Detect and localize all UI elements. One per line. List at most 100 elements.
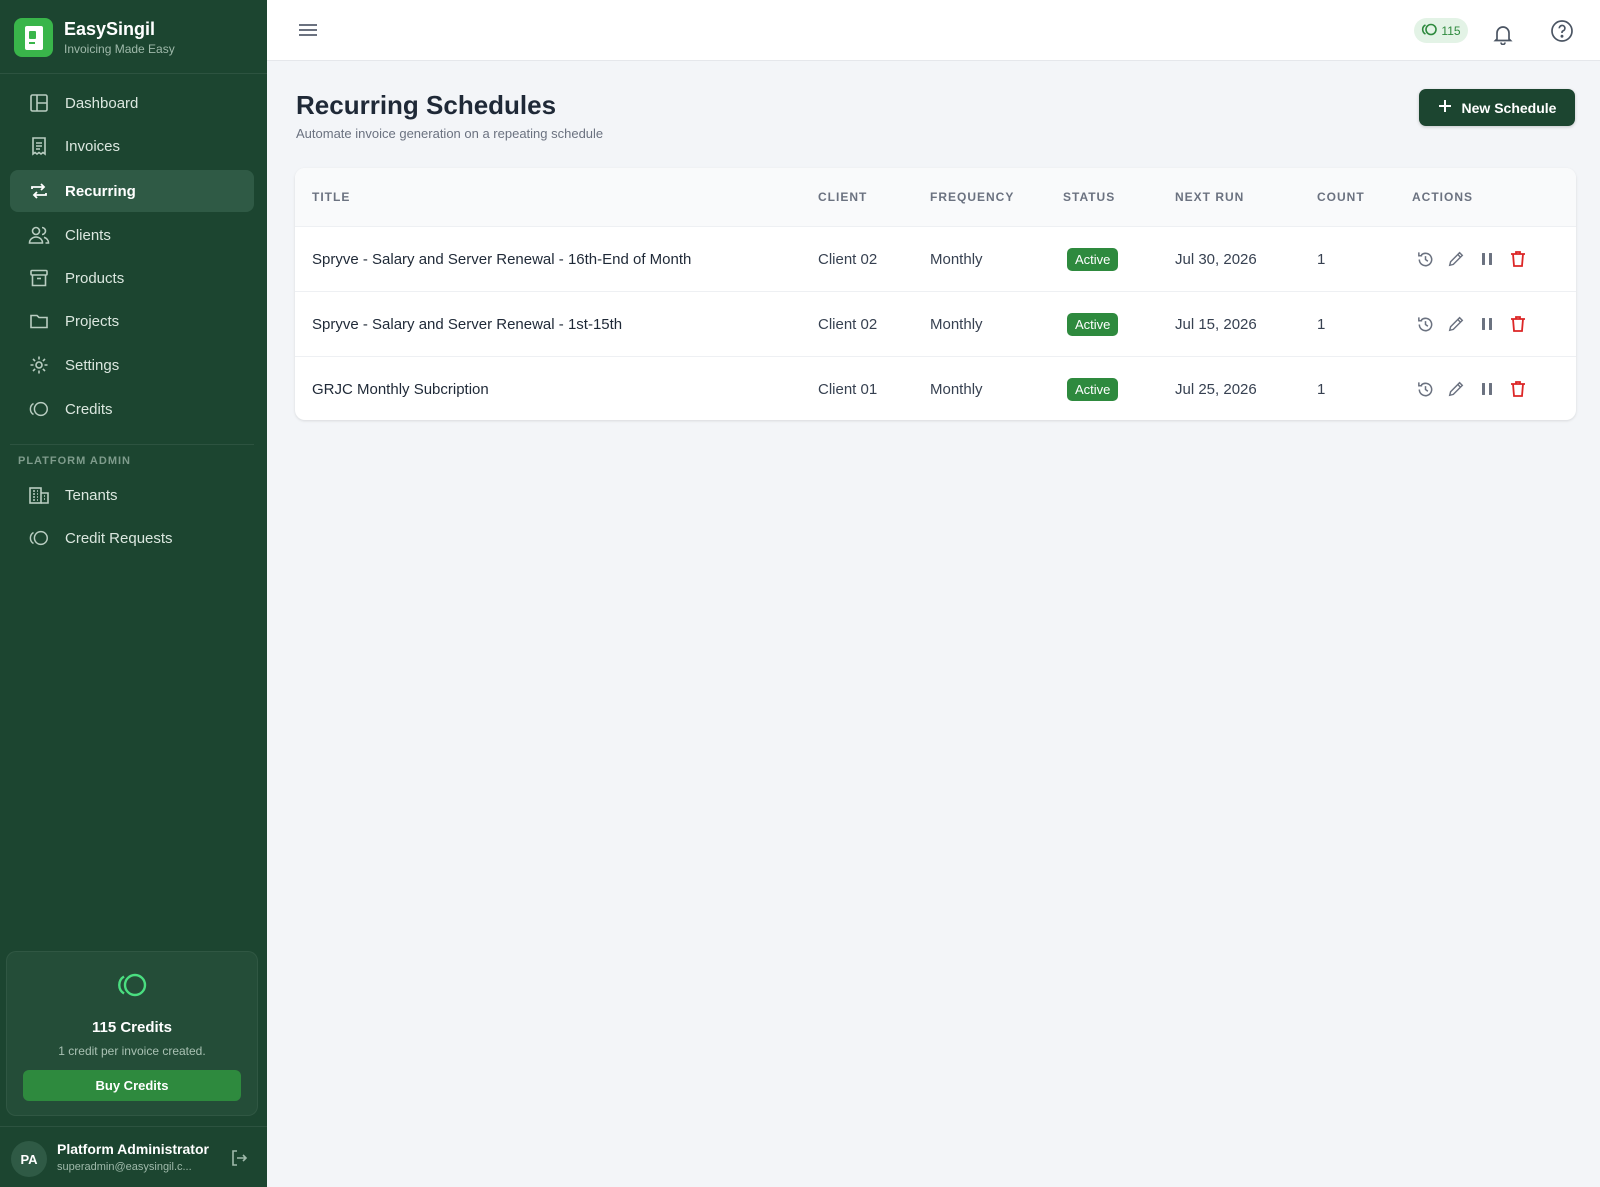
trash-icon[interactable]	[1508, 314, 1528, 334]
credits-count: 115	[1441, 23, 1461, 38]
sidebar-item-label: Products	[65, 269, 125, 287]
table-row[interactable]: Spryve - Salary and Server Renewal - 16t…	[295, 227, 1576, 292]
users-icon	[28, 224, 50, 246]
column-header-title: TITLE	[312, 190, 351, 204]
table-row[interactable]: Spryve - Salary and Server Renewal - 1st…	[295, 292, 1576, 357]
page-subtitle: Automate invoice generation on a repeati…	[296, 126, 604, 141]
invoice-icon	[28, 135, 50, 157]
column-header-frequency: FREQUENCY	[930, 190, 1015, 204]
new-schedule-label: New Schedule	[1461, 99, 1557, 116]
pause-icon[interactable]	[1477, 249, 1497, 269]
row-title: Spryve - Salary and Server Renewal - 1st…	[312, 316, 623, 333]
sidebar-item-label: Projects	[65, 312, 120, 330]
coins-icon	[1421, 23, 1438, 39]
plus-icon	[1438, 99, 1452, 116]
nav-divider	[10, 444, 254, 445]
table-header: TITLE CLIENT FREQUENCY STATUS NEXT RUN C…	[295, 168, 1576, 227]
logout-icon[interactable]	[229, 1148, 249, 1168]
sidebar-item-credits[interactable]: Credits	[10, 388, 254, 430]
brand-logo-icon	[14, 18, 53, 57]
row-frequency: Monthly	[930, 381, 983, 398]
row-client: Client 02	[818, 251, 878, 268]
sidebar-item-label: Credit Requests	[65, 529, 173, 547]
row-count: 1	[1317, 251, 1326, 268]
sidebar-item-label: Dashboard	[65, 94, 139, 112]
brand-name: EasySingil	[64, 19, 156, 39]
coins-icon	[28, 527, 50, 549]
sidebar-item-label: Credits	[65, 400, 113, 418]
credits-balance: 115 Credits	[91, 1019, 173, 1036]
sidebar-item-products[interactable]: Products	[10, 257, 254, 299]
trash-icon[interactable]	[1508, 379, 1528, 399]
sidebar-item-projects[interactable]: Projects	[10, 300, 254, 342]
sidebar-item-recurring[interactable]: Recurring	[10, 170, 254, 212]
sidebar-item-label: Invoices	[65, 137, 121, 155]
edit-pencil-icon[interactable]	[1446, 379, 1466, 399]
archive-box-icon	[28, 267, 50, 289]
building-icon	[28, 484, 50, 506]
trash-icon[interactable]	[1508, 249, 1528, 269]
column-header-client: CLIENT	[818, 190, 868, 204]
brand-tagline: Invoicing Made Easy	[64, 42, 175, 56]
avatar: PA	[11, 1141, 47, 1177]
bell-icon[interactable]	[1492, 23, 1514, 46]
schedules-table: TITLE CLIENT FREQUENCY STATUS NEXT RUN C…	[295, 168, 1576, 420]
row-count: 1	[1317, 316, 1326, 333]
coins-icon	[116, 972, 148, 1003]
sidebar-item-tenants[interactable]: Tenants	[10, 474, 254, 516]
row-client: Client 02	[818, 316, 878, 333]
user-name: Platform Administrator	[57, 1141, 209, 1157]
pause-icon[interactable]	[1477, 314, 1497, 334]
credits-card: 115 Credits 1 credit per invoice created…	[6, 951, 258, 1116]
status-badge: Active	[1067, 313, 1119, 336]
sidebar-item-credit-requests[interactable]: Credit Requests	[10, 517, 254, 559]
recurring-icon	[28, 180, 50, 202]
history-icon[interactable]	[1415, 379, 1435, 399]
history-icon[interactable]	[1415, 314, 1435, 334]
column-header-next-run: NEXT RUN	[1175, 190, 1245, 204]
buy-credits-button[interactable]: Buy Credits	[23, 1070, 241, 1101]
row-count: 1	[1317, 381, 1326, 398]
row-next-run: Jul 25, 2026	[1175, 381, 1257, 398]
hamburger-menu-icon[interactable]	[297, 20, 319, 40]
row-client: Client 01	[818, 381, 878, 398]
edit-pencil-icon[interactable]	[1446, 249, 1466, 269]
brand: EasySingil Invoicing Made Easy	[0, 0, 267, 74]
history-icon[interactable]	[1415, 249, 1435, 269]
table-row[interactable]: GRJC Monthly Subcription Client 01 Month…	[295, 357, 1576, 420]
status-badge: Active	[1067, 248, 1119, 271]
column-header-count: COUNT	[1317, 190, 1365, 204]
gear-icon	[28, 354, 50, 376]
row-next-run: Jul 30, 2026	[1175, 251, 1257, 268]
topbar: 115	[267, 0, 1600, 61]
sidebar-item-label: Settings	[65, 356, 120, 374]
credits-note: 1 credit per invoice created.	[58, 1044, 206, 1058]
new-schedule-button[interactable]: New Schedule	[1419, 89, 1575, 126]
column-header-actions: ACTIONS	[1412, 190, 1473, 204]
sidebar-item-label: Clients	[65, 226, 111, 244]
sidebar-item-dashboard[interactable]: Dashboard	[10, 82, 254, 124]
help-icon[interactable]	[1550, 19, 1574, 43]
row-title: GRJC Monthly Subcription	[312, 381, 489, 398]
sidebar-item-label: Tenants	[65, 486, 118, 504]
column-header-status: STATUS	[1063, 190, 1116, 204]
edit-pencil-icon[interactable]	[1446, 314, 1466, 334]
sidebar-item-label: Recurring	[65, 182, 136, 200]
sidebar-item-clients[interactable]: Clients	[10, 214, 254, 256]
row-title: Spryve - Salary and Server Renewal - 16t…	[312, 251, 692, 268]
page-title: Recurring Schedules	[296, 90, 557, 120]
nav-section-platform-admin: PLATFORM ADMIN	[18, 455, 131, 467]
sidebar-item-invoices[interactable]: Invoices	[10, 125, 254, 167]
row-next-run: Jul 15, 2026	[1175, 316, 1257, 333]
user-email: superadmin@easysingil.c...	[57, 1161, 192, 1173]
credits-pill[interactable]: 115	[1414, 18, 1468, 43]
pause-icon[interactable]	[1477, 379, 1497, 399]
folder-icon	[28, 310, 50, 332]
status-badge: Active	[1067, 378, 1119, 401]
sidebar-item-settings[interactable]: Settings	[10, 344, 254, 386]
user-profile: PA Platform Administrator superadmin@eas…	[0, 1126, 267, 1187]
dashboard-icon	[28, 92, 50, 114]
sidebar: EasySingil Invoicing Made Easy Dashboard…	[0, 0, 267, 1187]
row-frequency: Monthly	[930, 251, 983, 268]
coins-icon	[28, 398, 50, 420]
